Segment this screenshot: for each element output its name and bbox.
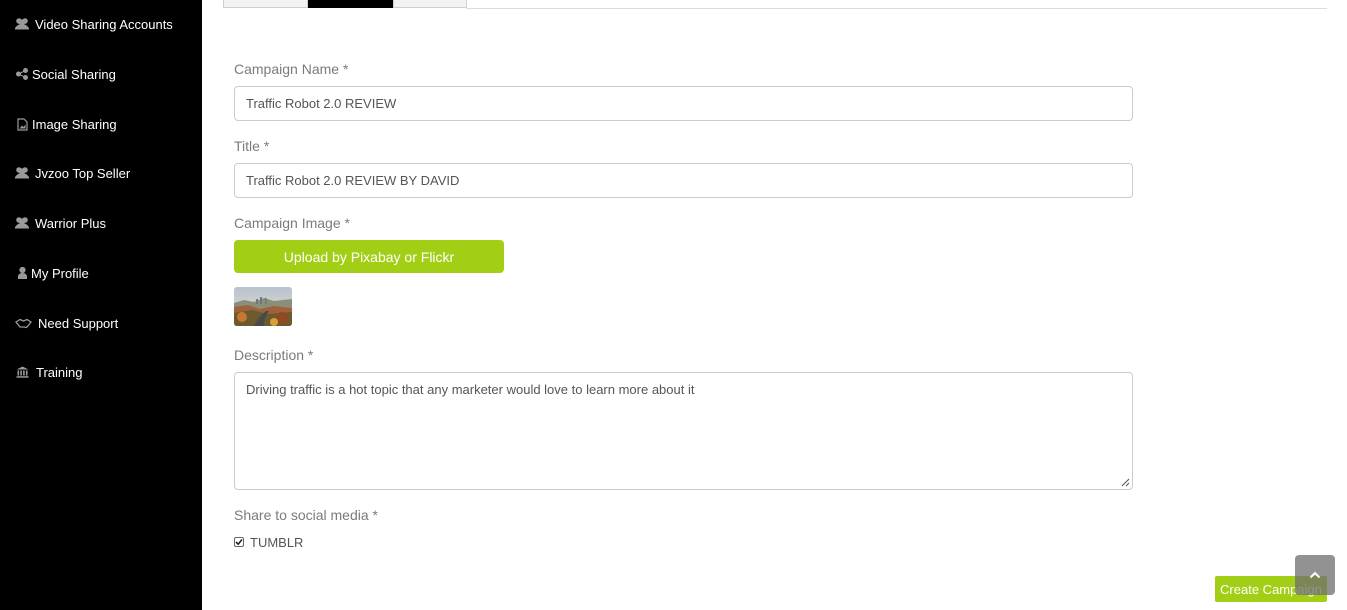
- campaign-name-input[interactable]: Traffic Robot 2.0 REVIEW: [234, 86, 1133, 121]
- users-icon: [14, 17, 30, 31]
- sidebar-item-label: Jvzoo Top Seller: [35, 165, 131, 181]
- sidebar-item-label: Need Support: [38, 315, 119, 331]
- user-icon: [14, 266, 30, 280]
- description-textarea[interactable]: Driving traffic is a hot topic that any …: [234, 372, 1133, 490]
- tumblr-checkbox[interactable]: [234, 537, 244, 547]
- tab-third[interactable]: [393, 0, 467, 8]
- users-icon: [14, 216, 30, 230]
- description-text: Driving traffic is a hot topic that any …: [246, 382, 695, 397]
- resize-grip-icon[interactable]: [1121, 478, 1130, 487]
- description-label: Description *: [234, 347, 314, 363]
- tab-divider: [466, 8, 1327, 9]
- checkmark-icon: [235, 538, 243, 546]
- share-social-label: Share to social media *: [234, 507, 378, 523]
- sidebar-item-need-support[interactable]: Need Support: [0, 303, 202, 343]
- sidebar-item-my-profile[interactable]: My Profile: [0, 253, 202, 293]
- sidebar-item-training[interactable]: Training: [0, 352, 202, 392]
- campaign-image-thumbnail: [234, 287, 292, 326]
- sidebar-item-jvzoo-top-seller[interactable]: Jvzoo Top Seller: [0, 153, 202, 193]
- institution-icon: [14, 365, 30, 379]
- sidebar-item-video-sharing-accounts[interactable]: Video Sharing Accounts: [0, 4, 202, 44]
- chevron-up-icon: [1309, 571, 1321, 579]
- tab-active[interactable]: [308, 0, 393, 8]
- tumblr-checkbox-label: TUMBLR: [250, 535, 304, 550]
- title-label: Title *: [234, 138, 270, 154]
- share-icon: [14, 67, 30, 81]
- image-file-icon: [14, 117, 30, 131]
- sidebar-item-warrior-plus[interactable]: Warrior Plus: [0, 203, 202, 243]
- sidebar-item-label: Social Sharing: [32, 66, 116, 82]
- scroll-to-top-button[interactable]: [1295, 555, 1335, 595]
- sidebar-item-social-sharing[interactable]: Social Sharing: [0, 54, 202, 94]
- sidebar-item-label: Image Sharing: [32, 116, 117, 132]
- users-icon: [14, 166, 30, 180]
- campaign-name-label: Campaign Name *: [234, 61, 349, 77]
- campaign-image-label: Campaign Image *: [234, 215, 350, 231]
- sidebar: Video Sharing Accounts Social Sharing Im…: [0, 0, 202, 610]
- sidebar-item-label: Video Sharing Accounts: [35, 16, 173, 32]
- upload-image-button[interactable]: Upload by Pixabay or Flickr: [234, 240, 504, 273]
- tab-first[interactable]: [223, 0, 308, 8]
- sidebar-item-image-sharing[interactable]: Image Sharing: [0, 104, 202, 144]
- sidebar-item-label: Warrior Plus: [35, 215, 107, 231]
- sidebar-item-label: Training: [36, 364, 83, 380]
- handshake-icon: [14, 316, 32, 330]
- tab-bar: [202, 0, 1347, 10]
- title-input[interactable]: Traffic Robot 2.0 REVIEW BY DAVID: [234, 163, 1133, 198]
- sidebar-item-label: My Profile: [31, 265, 89, 281]
